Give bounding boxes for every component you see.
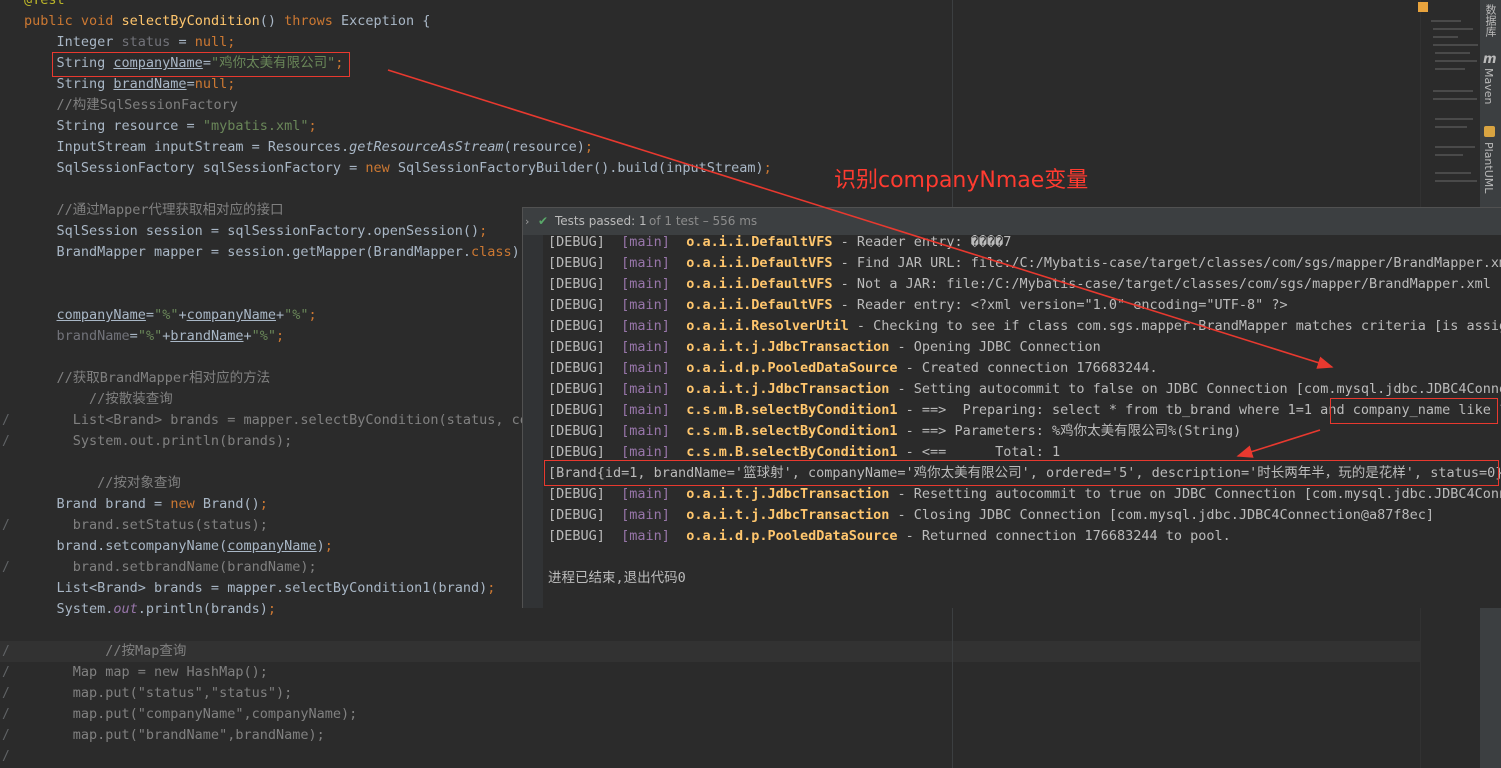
annotation-arrows [387,69,1334,458]
annotation-label: 识别companyNmae变量 [834,168,1089,193]
arrow-to-sql-param [387,69,1334,369]
arrow-to-result [1236,429,1321,458]
